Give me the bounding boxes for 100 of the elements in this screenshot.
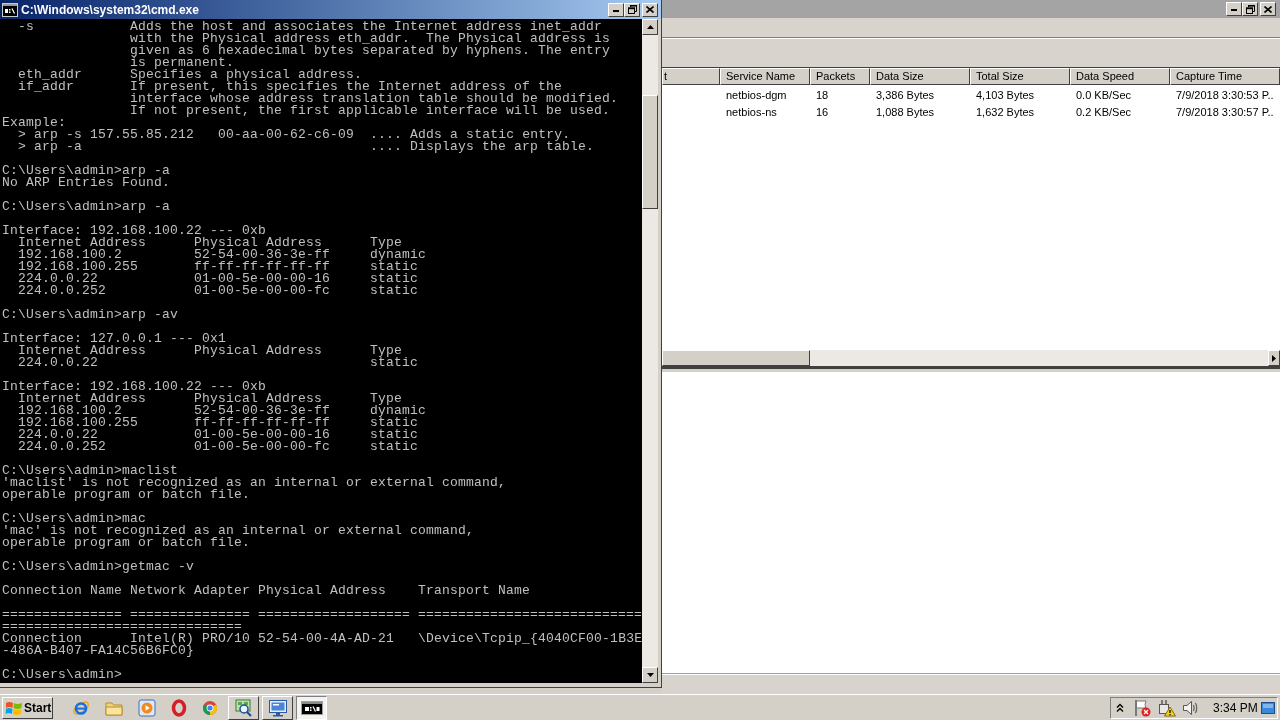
console-text: Example:	[2, 117, 66, 129]
console-text: Internet Address	[18, 393, 147, 405]
play-tile-icon[interactable]	[138, 698, 156, 717]
console-text: static	[370, 441, 419, 453]
scroll-thumb[interactable]	[642, 95, 658, 209]
console-text: 52-54-00-36-3e-ff	[194, 405, 331, 417]
table-cell: 18	[816, 88, 829, 101]
console-text: ff-ff-ff-ff-ff-ff	[194, 417, 331, 429]
table-cell: 7/9/2018 3:30:57 P..	[1176, 105, 1274, 118]
column-header[interactable]: Capture Time	[1170, 68, 1280, 85]
chevron-up-icon[interactable]	[1116, 702, 1124, 713]
console-text: static	[370, 417, 419, 429]
console-text: 'mac' is not recognized as an internal or external command,	[2, 525, 475, 537]
e-logo-icon[interactable]	[72, 698, 90, 717]
console-text: 192.168.100.255	[18, 417, 139, 429]
console-text: static	[370, 357, 419, 369]
console-text: ff-ff-ff-ff-ff-ff	[194, 261, 331, 273]
desktop-icon[interactable]	[1261, 700, 1275, 715]
console-text: \Device\Tcpip_{4040CF00-1B3E	[418, 633, 643, 645]
scroll-up-button[interactable]	[642, 19, 658, 35]
minimize-button[interactable]	[1226, 2, 1242, 16]
o-ring-icon[interactable]	[171, 698, 187, 717]
console-text: Intel(R) PRO/10 52-54-00-4A-AD-21	[130, 633, 395, 645]
console-text: 01-00-5e-00-00-fc	[194, 285, 331, 297]
restore-icon	[627, 5, 637, 14]
console-text: Physical Address	[194, 345, 323, 357]
column-header[interactable]: t	[662, 68, 720, 85]
console-text: 224.0.0.252	[18, 441, 107, 453]
restore-button[interactable]	[1242, 2, 1258, 16]
clock-time[interactable]: 3:34 PM	[1213, 698, 1258, 717]
right-arrow-icon	[1272, 354, 1276, 362]
table-cell: 7/9/2018 3:30:53 P..	[1176, 88, 1274, 101]
console-text: Interface: 192.168.100.22 --- 0xb	[2, 225, 267, 237]
restore-button[interactable]	[624, 2, 640, 17]
console-text: -486A-B407-FA14C56B6FC0}	[2, 645, 195, 657]
console-text: interface whose address translation table should be modified.	[130, 93, 619, 105]
flag-error-icon[interactable]	[1134, 698, 1152, 717]
console-text: dynamic	[370, 405, 427, 417]
console-text: given as 6 hexadecimal bytes separated by hyphens. The entry	[130, 45, 611, 57]
console-text: operable program or batch file.	[2, 537, 251, 549]
column-header[interactable]: Service Name	[720, 68, 810, 85]
taskbar-button[interactable]	[296, 695, 327, 720]
console-text: Connection	[2, 633, 82, 645]
console-text: Type	[370, 237, 403, 249]
scroll-right-button[interactable]	[1268, 350, 1280, 366]
down-arrow-icon	[646, 673, 654, 677]
console-text: C:\Users\admin>getmac -v	[2, 561, 195, 573]
network-warning-icon[interactable]	[1158, 698, 1176, 717]
column-header[interactable]: Total Size	[970, 68, 1070, 85]
console-text: .... Adds a static entry.	[370, 129, 571, 141]
console-text: 192.168.100.2	[18, 249, 123, 261]
console-text: If present, this specifies the Internet address of the	[130, 81, 563, 93]
console-text: static	[370, 429, 419, 441]
console-text: 192.168.100.255	[18, 261, 139, 273]
console-text: ==============================	[2, 621, 243, 633]
console-text: 00-aa-00-62-c6-09	[218, 129, 355, 141]
console-text: C:\Users\admin>mac	[2, 513, 147, 525]
console-text: Connection Name Network Adapter Physical Address	[2, 585, 387, 597]
table-cell: 1,088 Bytes	[876, 105, 935, 118]
console-text: C:\Users\admin>	[2, 669, 123, 681]
column-header[interactable]: Data Size	[870, 68, 970, 85]
console-text: C:\Users\admin>maclist	[2, 465, 179, 477]
console-text: Interface: 192.168.100.22 --- 0xb	[2, 381, 267, 393]
console-text: 224.0.0.252	[18, 285, 107, 297]
console-text: Physical Address	[194, 393, 323, 405]
segmented-circle-icon[interactable]	[202, 699, 218, 716]
console-text: =============== =============== =================== ============================	[2, 609, 643, 621]
close-button[interactable]	[1260, 2, 1276, 16]
column-header[interactable]: Data Speed	[1070, 68, 1170, 85]
column-header[interactable]: Packets	[810, 68, 870, 85]
console-text: > arp -s 157.55.85.212	[18, 129, 195, 141]
console-text: operable program or batch file.	[2, 489, 251, 501]
console-text: Adds the host and associates the Internet address inet_addr	[130, 21, 603, 33]
console-icon	[2, 2, 18, 17]
console-text: if_addr	[18, 81, 75, 93]
table-cell: 16	[816, 105, 829, 118]
console-text: Internet Address	[18, 345, 147, 357]
start-button[interactable]: Start	[2, 696, 53, 719]
table-cell: 0.0 KB/Sec	[1076, 88, 1132, 101]
horizontal-scrollbar[interactable]	[662, 350, 1280, 366]
console-text: > arp -a	[18, 141, 83, 153]
console-text: Transport Name	[418, 585, 531, 597]
flag-icon	[5, 699, 23, 716]
console-text: -s	[18, 21, 35, 33]
table-cell: 1,632 Bytes	[976, 105, 1035, 118]
vertical-scrollbar[interactable]	[642, 19, 658, 683]
console-text: .... Displays the arp table.	[370, 141, 595, 153]
minimize-icon	[1231, 9, 1237, 11]
speaker-icon[interactable]	[1182, 699, 1200, 716]
scroll-thumb[interactable]	[662, 350, 810, 366]
magnifier-icon	[233, 698, 254, 717]
minimize-button[interactable]	[608, 2, 624, 17]
console-text: No ARP Entries Found.	[2, 177, 171, 189]
console-text: 52-54-00-36-3e-ff	[194, 249, 331, 261]
console-text: The Physical address is	[426, 33, 611, 45]
scroll-down-button[interactable]	[642, 667, 658, 683]
minimize-icon	[613, 9, 619, 12]
console-text: C:\Users\admin>arp -a	[2, 165, 171, 177]
table-cell: 4,103 Bytes	[976, 88, 1035, 101]
close-button[interactable]	[642, 2, 658, 17]
